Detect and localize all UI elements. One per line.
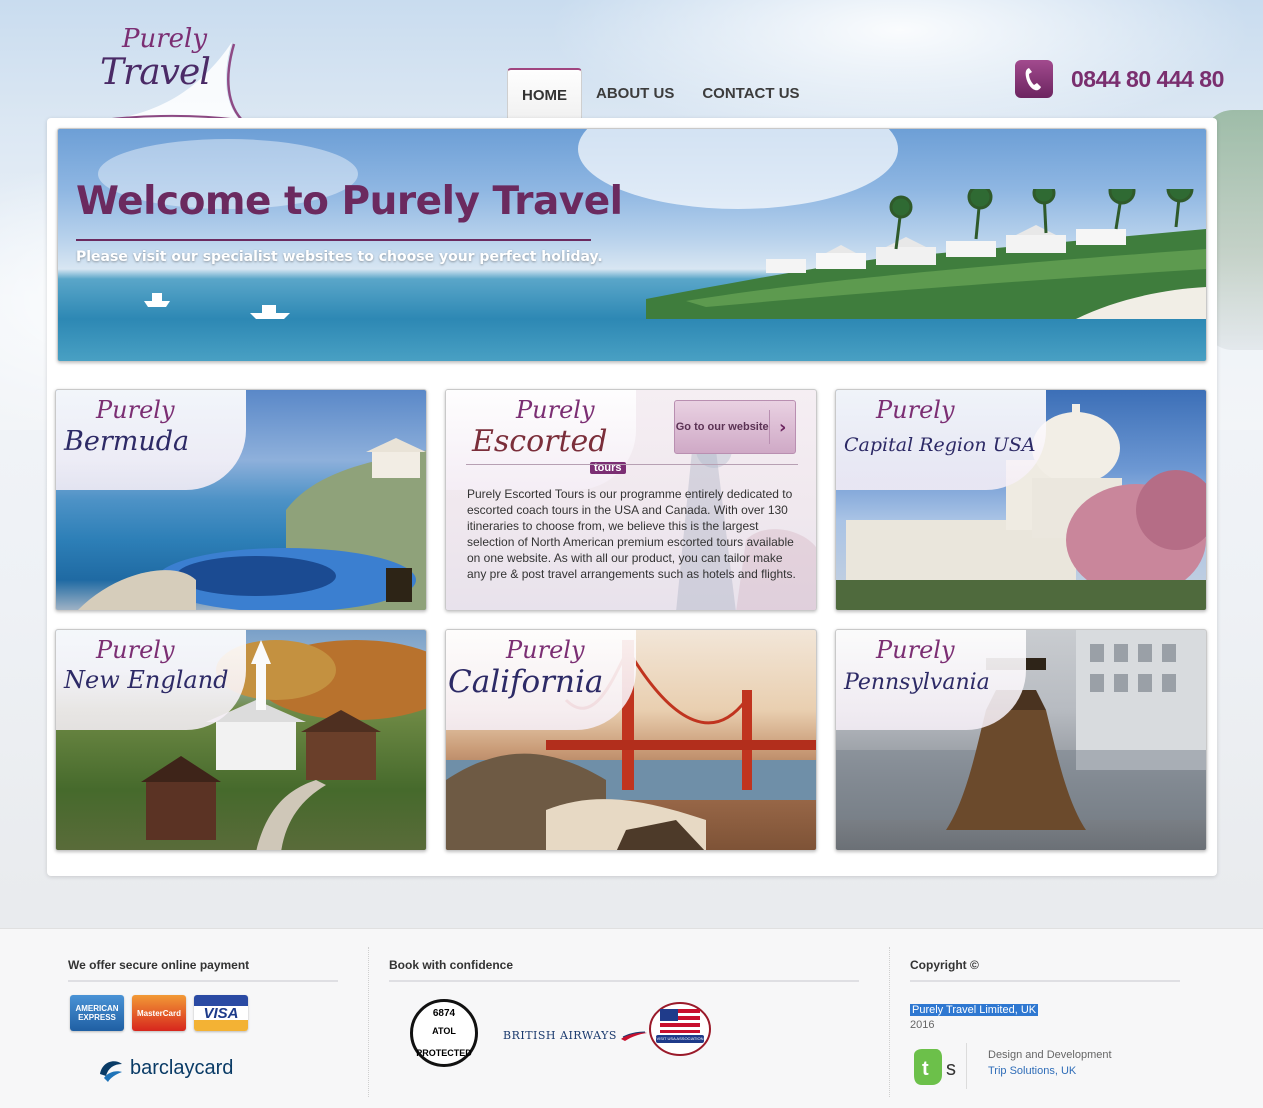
copyright-heading: Copyright © [910,958,979,972]
phone-number[interactable]: 0844 80 444 80 [1071,66,1224,93]
trip-solutions-logo-icon[interactable]: t s [912,1047,972,1087]
tile-badge: Purely Escorted tours [446,390,636,500]
confidence-heading: Book with confidence [389,958,514,972]
svg-text:s: s [946,1058,956,1080]
atol-label: ATOL [432,1026,456,1036]
tile-bermuda[interactable]: Purely Bermuda [55,389,427,611]
footer-divider [889,947,890,1097]
tile-badge: Purely New England [56,630,246,740]
footer-rule [389,980,859,982]
company-name: Purely Travel Limited, UK [910,1004,1039,1016]
boat-icon [144,293,170,307]
go-to-website-button[interactable]: Go to our website › [674,400,796,454]
amex-card-icon: AMERICAN EXPRESS [70,995,124,1031]
tile-prefix: Purely [96,396,175,424]
nav-contact-us[interactable]: CONTACT US [688,68,813,118]
tile-prefix: Purely [516,396,595,424]
footer-rule [68,980,338,982]
hero-banner: Welcome to Purely Travel Please visit ou… [57,128,1207,362]
island-image [646,189,1206,319]
tile-name: Pennsylvania [844,670,990,695]
phone-icon [1015,60,1053,98]
nav-home[interactable]: HOME [507,68,582,118]
barclaycard-logo: barclaycard [96,1054,233,1082]
footer-rule [910,980,1180,982]
footer-divider [368,947,369,1097]
svg-text:t: t [922,1058,929,1080]
visa-card-icon: VISA [194,995,248,1031]
tile-escorted[interactable]: Purely Escorted tours Go to our website … [445,389,817,611]
atol-number: 6874 [432,1008,456,1019]
hero-title: Welcome to Purely Travel [76,179,623,224]
visit-usa-text: VISIT USA ASSOCIATION [656,1036,704,1041]
tile-name: Capital Region USA [844,434,1036,456]
logo-travel-text: Travel [100,52,211,93]
visit-usa-flag-icon [649,1002,711,1056]
footer: We offer secure online payment AMERICAN … [0,928,1263,1108]
boat-icon [250,305,290,319]
copyright-year: 2016 [910,1019,935,1031]
atol-protected-logo: 6874 ATOL PROTECTED [410,999,478,1067]
main-container: Welcome to Purely Travel Please visit ou… [47,118,1217,876]
design-label: Design and Development [988,1049,1112,1061]
tile-badge: Purely Pennsylvania [836,630,1026,740]
payment-heading: We offer secure online payment [68,958,250,972]
tile-new-england[interactable]: Purely New England [55,629,427,851]
mastercard-card-icon: MasterCard [132,995,186,1031]
site-logo[interactable]: Purely Travel [72,20,252,126]
tile-badge: Purely California [446,630,636,740]
tile-name: Escorted [472,424,608,459]
trip-solutions-link[interactable]: Trip Solutions, UK [988,1065,1076,1077]
footer-divider [966,1043,967,1089]
visit-usa-logo: VISIT USA ASSOCIATION [648,1001,712,1057]
tile-badge: Purely Capital Region USA [836,390,1046,500]
tile-name: California [448,664,604,700]
speedmarque-icon [620,1031,647,1041]
british-airways-logo: BRITISH AIRWAYS [503,1029,647,1042]
atol-protected-text: PROTECTED [416,1048,472,1058]
main-nav: HOME ABOUT US CONTACT US [507,68,814,118]
escorted-divider [466,464,798,465]
tile-capital-region-usa[interactable]: Purely Capital Region USA [835,389,1207,611]
chevron-right-icon: › [769,410,795,444]
tile-badge: Purely Bermuda [56,390,246,500]
tile-california[interactable]: Purely California [445,629,817,851]
tile-prefix: Purely [506,636,585,664]
barclaycard-text: barclaycard [130,1056,234,1079]
nav-about-us[interactable]: ABOUT US [582,68,688,118]
tile-name: Bermuda [64,426,190,457]
logo-purely-text: Purely [122,24,208,54]
tile-pennsylvania[interactable]: Purely Pennsylvania [835,629,1207,851]
tile-name: New England [64,666,229,694]
barclaycard-eagle-icon [100,1061,122,1082]
hero-divider [76,239,591,241]
hero-subtitle: Please visit our specialist websites to … [76,249,603,265]
go-to-website-label: Go to our website [675,421,769,433]
tile-prefix: Purely [96,636,175,664]
tile-prefix: Purely [876,636,955,664]
phone-block: 0844 80 444 80 [1015,60,1224,98]
escorted-description: Purely Escorted Tours is our programme e… [467,487,796,581]
tile-prefix: Purely [876,396,955,424]
british-airways-text: BRITISH AIRWAYS [503,1029,617,1042]
